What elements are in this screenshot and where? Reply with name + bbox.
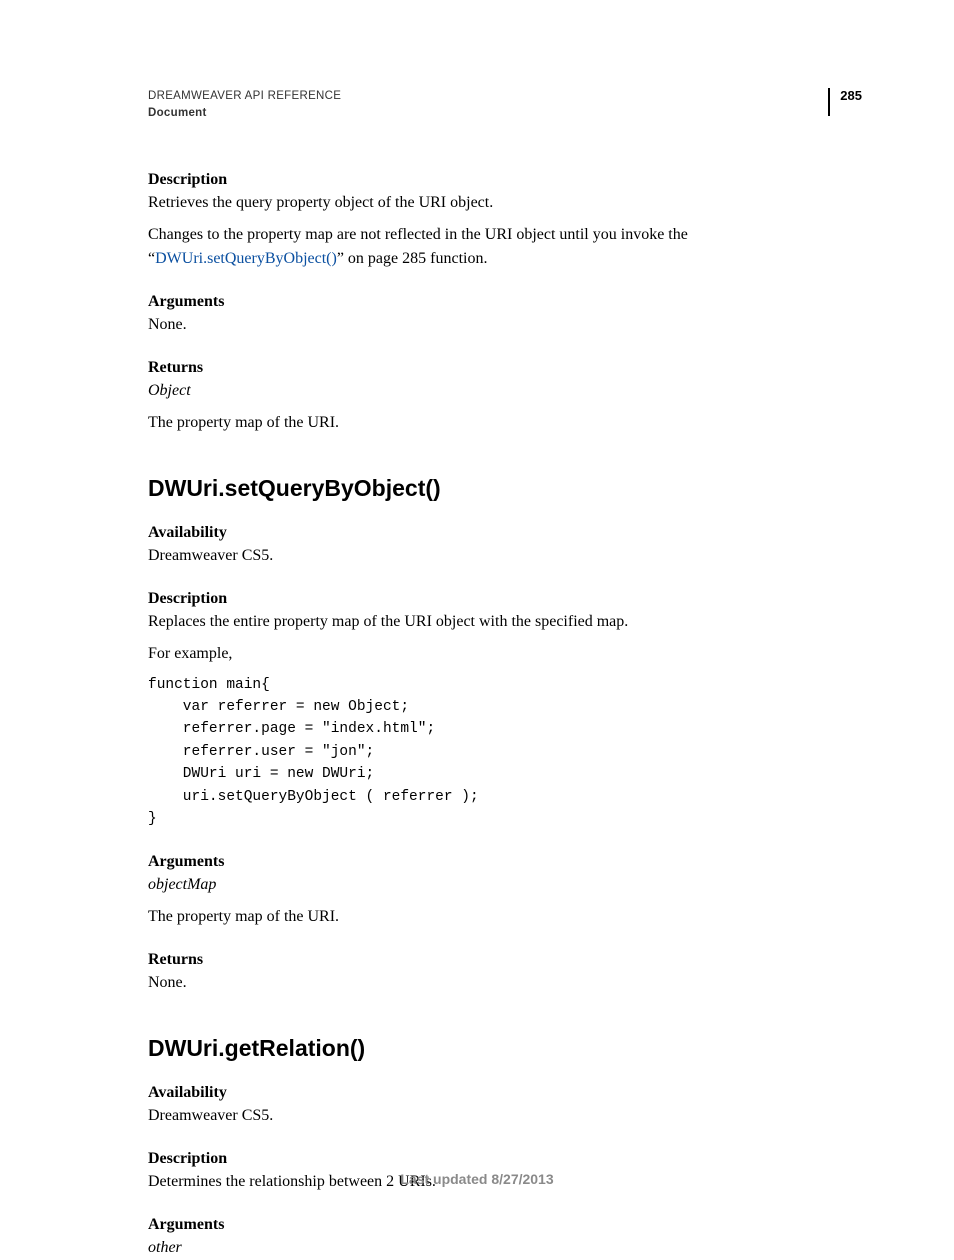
availability-text-3: Dreamweaver CS5. <box>148 1104 862 1128</box>
heading-setquerybyobject: DWUri.setQueryByObject() <box>148 475 862 502</box>
description-text-2: Replaces the entire property map of the … <box>148 610 862 634</box>
returns-text: The property map of the URI. <box>148 411 862 435</box>
arguments-type-3: other <box>148 1236 862 1260</box>
code-block: function main{ var referrer = new Object… <box>148 674 862 831</box>
returns-type: Object <box>148 379 862 403</box>
changes-text: Changes to the property map are not refl… <box>148 223 862 271</box>
returns-text-2: None. <box>148 971 862 995</box>
description-text: Retrieves the query property object of t… <box>148 191 862 215</box>
page-footer: Last updated 8/27/2013 <box>0 1171 954 1187</box>
arguments-text-2: The property map of the URI. <box>148 905 862 929</box>
page-number: 285 <box>828 88 862 116</box>
header-section: Document <box>148 105 862 122</box>
description-label-3: Description <box>148 1150 862 1168</box>
running-header: DREAMWEAVER API REFERENCE Document <box>148 88 862 123</box>
heading-getrelation: DWUri.getRelation() <box>148 1035 862 1062</box>
availability-label-3: Availability <box>148 1084 862 1102</box>
availability-text: Dreamweaver CS5. <box>148 544 862 568</box>
availability-label: Availability <box>148 524 862 542</box>
arguments-text: None. <box>148 313 862 337</box>
for-example: For example, <box>148 642 862 666</box>
changes-suffix: ” on page 285 function. <box>337 250 488 267</box>
arguments-label: Arguments <box>148 293 862 311</box>
description-label-2: Description <box>148 590 862 608</box>
returns-label: Returns <box>148 359 862 377</box>
page-content: DREAMWEAVER API REFERENCE Document 285 D… <box>0 0 954 1260</box>
arguments-type: objectMap <box>148 873 862 897</box>
arguments-label-2: Arguments <box>148 853 862 871</box>
header-title: DREAMWEAVER API REFERENCE <box>148 88 862 105</box>
arguments-label-3: Arguments <box>148 1216 862 1234</box>
returns-label-2: Returns <box>148 951 862 969</box>
description-label: Description <box>148 171 862 189</box>
link-setquerybyobject[interactable]: DWUri.setQueryByObject() <box>155 250 337 267</box>
